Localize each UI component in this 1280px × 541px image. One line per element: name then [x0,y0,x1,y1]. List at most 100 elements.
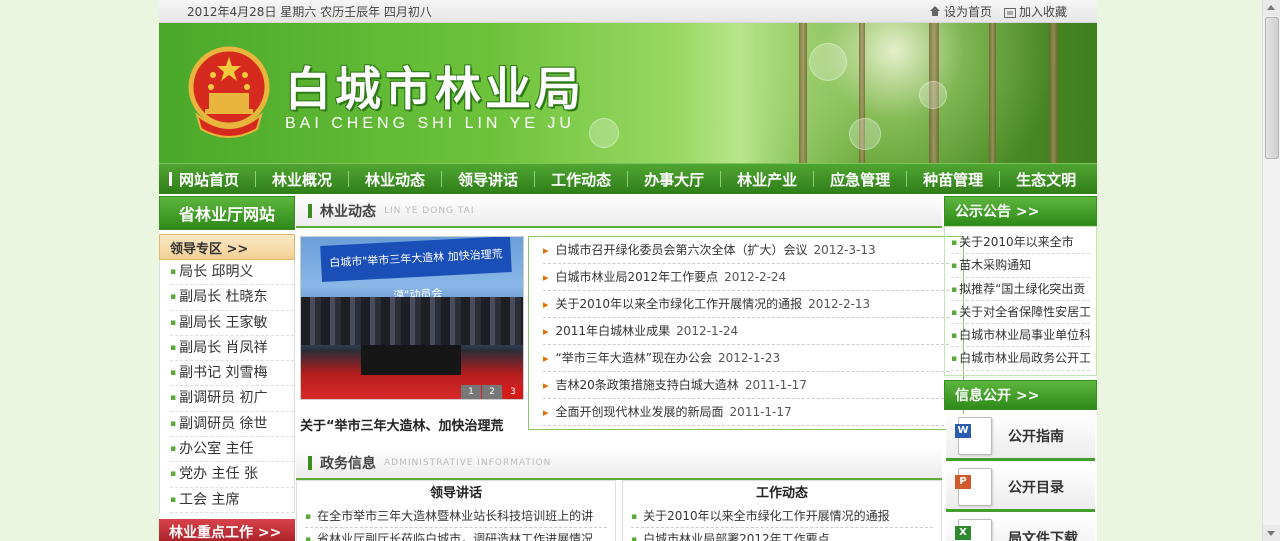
work-news-item[interactable]: 白城市林业局部署2012年工作要点 [631,528,933,541]
leader-item[interactable]: 副局长 王家敏 [170,311,294,336]
add-favorite-link[interactable]: 加入收藏 [1003,3,1067,20]
gov-info-header: 政务信息 ADMINISTRATIVE INFORMATION [296,448,942,480]
guide-label: 公开指南 [1008,428,1064,445]
top-links: 设为首页 加入收藏 [929,3,1067,20]
slide-page-button[interactable]: 1 [461,385,481,399]
scroll-down-arrow-icon[interactable] [1263,525,1280,541]
section-title-en: LIN YE DONG TAI [384,206,475,216]
set-home-label: 设为首页 [943,5,992,19]
nav-item[interactable]: 网站首页 [159,169,255,190]
nav-item[interactable]: 应急管理 [814,169,906,190]
scroll-thumb[interactable] [1265,17,1279,159]
leader-item[interactable]: 副调研员 徐世 [170,412,294,438]
leader-item[interactable]: 副局长 肖凤祥 [170,336,294,362]
nav-item[interactable]: 林业动态 [349,169,441,190]
leader-item[interactable]: 工会 主席 [170,488,294,513]
badge: P [955,474,971,489]
news-item[interactable]: 关于2010年以来全市绿化工作开展情况的通报 2012-2-13 [543,291,949,318]
notice-item[interactable]: 拟推荐“国土绿化突出贡 [951,278,1090,301]
home-icon [929,6,941,17]
leader-item[interactable]: 局长 邱明义 [170,260,294,286]
news-item[interactable]: 吉林20条政策措施支持白城大造林 2011-1-17 [543,372,949,399]
photo-caption[interactable]: 关于“举市三年大造林、加快治理荒 [300,415,522,434]
slide-page-button[interactable]: 2 [482,385,502,399]
badge: X [955,525,971,540]
badge: W [955,423,971,438]
national-emblem-icon [188,46,270,138]
news-title: 白城市林业局2012年工作要点 [555,269,719,284]
nav-label: 应急管理 [830,170,891,189]
tree-trunk [799,23,807,163]
notice-item[interactable]: 苗木采购通知 [951,254,1090,278]
leader-item[interactable]: 副局长 杜晓东 [170,285,294,311]
key-work-header[interactable]: 林业重点工作 >> [159,518,295,541]
work-news-item[interactable]: 关于2010年以来全市绿化工作开展情况的通报 [631,505,933,528]
right-sidebar: 公示公告 >> 关于2010年以来全市 苗木采购通知 拟推荐“国土绿化突出贡 关… [944,196,1097,541]
top-bar: 2012年4月28日 星期六 农历壬辰年 四月初八 设为首页 加入收藏 [159,0,1097,23]
nav-item[interactable]: 领导讲话 [442,169,534,190]
news-title: 关于2010年以来全市绿化工作开展情况的通报 [555,296,803,311]
photo-banner-text: 白城市"举市三年大造林 加快治理荒漠"动员会 [320,237,512,302]
news-title: 吉林20条政策措施支持白城大造林 [555,377,739,392]
leaders-list: 局长 邱明义 副局长 杜晓东 副局长 王家敏 副局长 肖凤祥 副书记 刘雪梅 副… [159,260,295,513]
news-date: 2011-1-17 [729,404,792,419]
nav-label: 林业产业 [737,170,798,189]
nav-label: 种苗管理 [923,170,984,189]
left-sidebar: 省林业厅网站 领导专区 >> 局长 邱明义 副局长 杜晓东 副局长 王家敏 副局… [159,196,295,541]
photo-table [361,345,461,375]
info-disclosure-section: 信息公开 >> W 公开指南 P 公开目录 X 局文件下载 [944,379,1097,541]
vertical-scrollbar[interactable] [1262,0,1280,541]
slideshow-pager: 1 2 3 [460,385,523,399]
gov-info-section: 政务信息 ADMINISTRATIVE INFORMATION 领导讲话 在全市… [296,448,942,541]
work-news-title[interactable]: 工作动态 [631,481,933,505]
notice-item[interactable]: 关于2010年以来全市 [951,231,1090,255]
download-card[interactable]: X 局文件下载 [946,515,1095,541]
news-item[interactable]: 2011年白城林业成果 2012-1-24 [543,318,949,345]
light-bubble [849,118,881,150]
nav-item[interactable]: 工作动态 [535,169,627,190]
set-home-link[interactable]: 设为首页 [929,3,992,20]
slide-page-button-active[interactable]: 3 [503,385,523,399]
news-date: 2012-1-24 [676,323,739,338]
nav-label: 林业概况 [272,170,333,189]
news-item[interactable]: 白城市林业局2012年工作要点 2012-2-24 [543,264,949,291]
excel-doc-icon: X [955,518,992,541]
section-marker-icon [308,204,312,218]
news-item[interactable]: 白城市召开绿化委员会第六次全体（扩大）会议 2012-3-13 [543,237,949,264]
guide-card[interactable]: W 公开指南 [946,413,1095,461]
leaders-header[interactable]: 领导专区 >> [159,234,295,260]
nav-item[interactable]: 办事大厅 [628,169,720,190]
leader-speech-title[interactable]: 领导讲话 [305,481,607,505]
folder-icon [1003,7,1016,18]
scroll-up-arrow-icon[interactable] [1263,0,1280,16]
speech-item[interactable]: 在全市举市三年大造林暨林业站长科技培训班上的讲 [305,505,607,528]
nav-label: 生态文明 [1016,170,1077,189]
tree-trunk [1049,23,1058,163]
news-title: 2011年白城林业成果 [555,323,671,338]
news-date: 2012-2-24 [724,269,787,284]
catalog-card[interactable]: P 公开目录 [946,464,1095,512]
nav-item[interactable]: 生态文明 [1000,169,1092,190]
nav-item[interactable]: 林业概况 [256,169,348,190]
section-title: 林业动态 [320,204,376,220]
notice-item[interactable]: 白城市林业局事业单位科 [951,324,1090,348]
notice-item[interactable]: 白城市林业局政务公开工 [951,347,1090,371]
leader-item[interactable]: 办公室 主任 [170,437,294,463]
nav-item[interactable]: 种苗管理 [907,169,999,190]
news-item[interactable]: 全面开创现代林业发展的新局面 2011-1-17 [543,399,949,426]
speech-item[interactable]: 省林业厅副厅长莅临白城市，调研造林工作进展情况 [305,528,607,541]
forestry-news-section: 林业动态 LIN YE DONG TAI 白城市"举市三年大造林 加快治理荒漠"… [296,196,964,434]
news-title: 全面开创现代林业发展的新局面 [555,404,724,419]
nav-item[interactable]: 林业产业 [721,169,813,190]
leader-item[interactable]: 副书记 刘雪梅 [170,361,294,387]
notice-header[interactable]: 公示公告 >> [944,196,1097,226]
provincial-site-link[interactable]: 省林业厅网站 [159,196,295,230]
add-favorite-label: 加入收藏 [1018,5,1067,19]
leader-item[interactable]: 副调研员 初广 [170,386,294,412]
news-item[interactable]: “举市三年大造林”现在办公会 2012-1-23 [543,345,949,372]
nav-label: 工作动态 [551,170,612,189]
info-header[interactable]: 信息公开 >> [944,379,1097,410]
notice-item[interactable]: 关于对全省保障性安居工 [951,301,1090,325]
leader-item[interactable]: 党办 主任 张 [170,462,294,488]
news-photo-slideshow[interactable]: 白城市"举市三年大造林 加快治理荒漠"动员会 1 2 3 [300,236,524,400]
